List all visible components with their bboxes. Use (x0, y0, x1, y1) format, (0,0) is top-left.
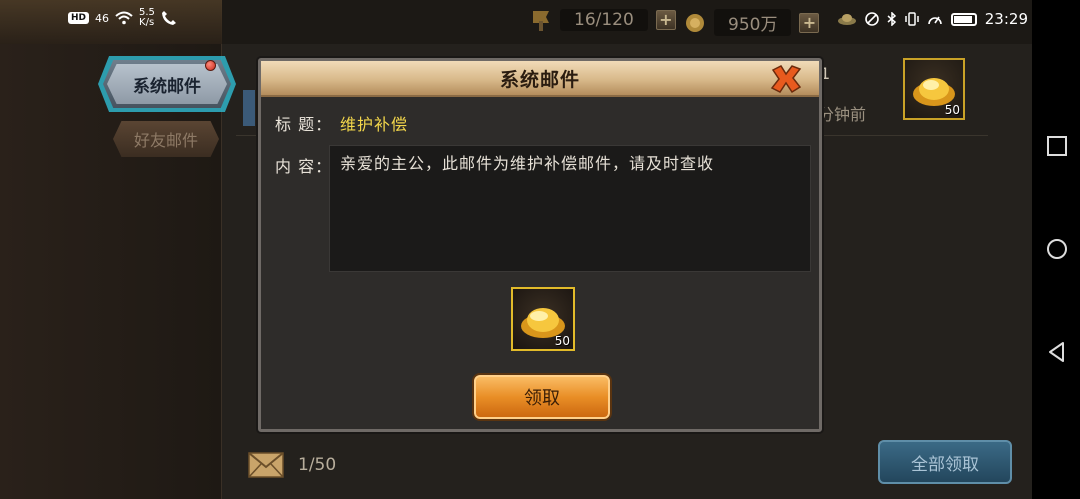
recent-apps-button[interactable] (1046, 135, 1068, 157)
network-speed: 5.5 K/s (139, 7, 155, 28)
subject-label: 标 题： (275, 115, 333, 134)
clock: 23:29 (984, 10, 1028, 28)
wifi-icon (115, 11, 133, 25)
subject-value: 维护补偿 (340, 115, 409, 134)
coin-icon (686, 13, 704, 32)
speedometer-icon (927, 16, 942, 25)
gold-resource: 950万 + (684, 9, 820, 36)
mail-count: 1/50 (248, 452, 336, 478)
dialog-title: 系统邮件 (499, 68, 580, 91)
close-icon[interactable] (769, 64, 803, 94)
banner-icon (533, 11, 549, 31)
ingot-icon (837, 14, 856, 25)
vibrate-icon (905, 12, 919, 26)
status-icons-left: HD 46 5.5 K/s (68, 8, 177, 28)
add-gold-button[interactable]: + (799, 12, 820, 33)
tab-system-mail-label: 系统邮件 (133, 76, 201, 97)
home-button[interactable] (1046, 238, 1068, 260)
status-icons-right: 23:29 (837, 10, 1028, 28)
android-navigation-bar (1032, 0, 1080, 499)
bluetooth-icon (887, 12, 896, 26)
call-icon (161, 11, 176, 25)
envelope-icon (248, 452, 284, 478)
stamina-value: 16/120 (560, 9, 648, 31)
tab-friend-mail-label: 好友邮件 (133, 131, 198, 150)
stamina-resource: 16/120 + (530, 9, 676, 31)
battery-icon (950, 12, 977, 26)
mail-item-time: 分钟前 (818, 105, 867, 124)
status-bar: HD 46 5.5 K/s 16/120 + 950万 + 23:29 (0, 0, 1080, 40)
content-label: 内 容： (275, 157, 333, 176)
claim-button-label: 领取 (524, 388, 560, 409)
mail-detail-dialog: 系统邮件 标 题： 维护补偿 内 容： 亲爱的主公，此邮件为维护补偿邮件，请及时… (258, 58, 822, 432)
content-text: 亲爱的主公，此邮件为维护补偿邮件，请及时查收 (329, 145, 811, 272)
claim-button[interactable]: 领取 (472, 373, 612, 421)
signal-strength: 46 (95, 11, 110, 25)
claim-all-label: 全部领取 (911, 454, 979, 475)
mail-count-value: 1/50 (298, 455, 337, 475)
reward-quantity: 50 (554, 334, 570, 348)
mail-item-reward: 50 (903, 58, 965, 120)
mail-item-reward-qty: 50 (944, 103, 960, 117)
claim-all-button[interactable]: 全部领取 (878, 440, 1012, 484)
do-not-disturb-icon (864, 12, 879, 26)
unread-dot (205, 60, 216, 71)
gold-value: 950万 (714, 9, 792, 36)
add-stamina-button[interactable]: + (655, 10, 676, 30)
dialog-title-bar: 系统邮件 (261, 61, 819, 97)
mail-item-marker (243, 90, 255, 126)
hd-badge: HD (68, 12, 90, 24)
back-button[interactable] (1046, 341, 1068, 363)
reward-item[interactable]: 50 (511, 287, 575, 351)
tab-friend-mail[interactable]: 好友邮件 (113, 121, 219, 157)
